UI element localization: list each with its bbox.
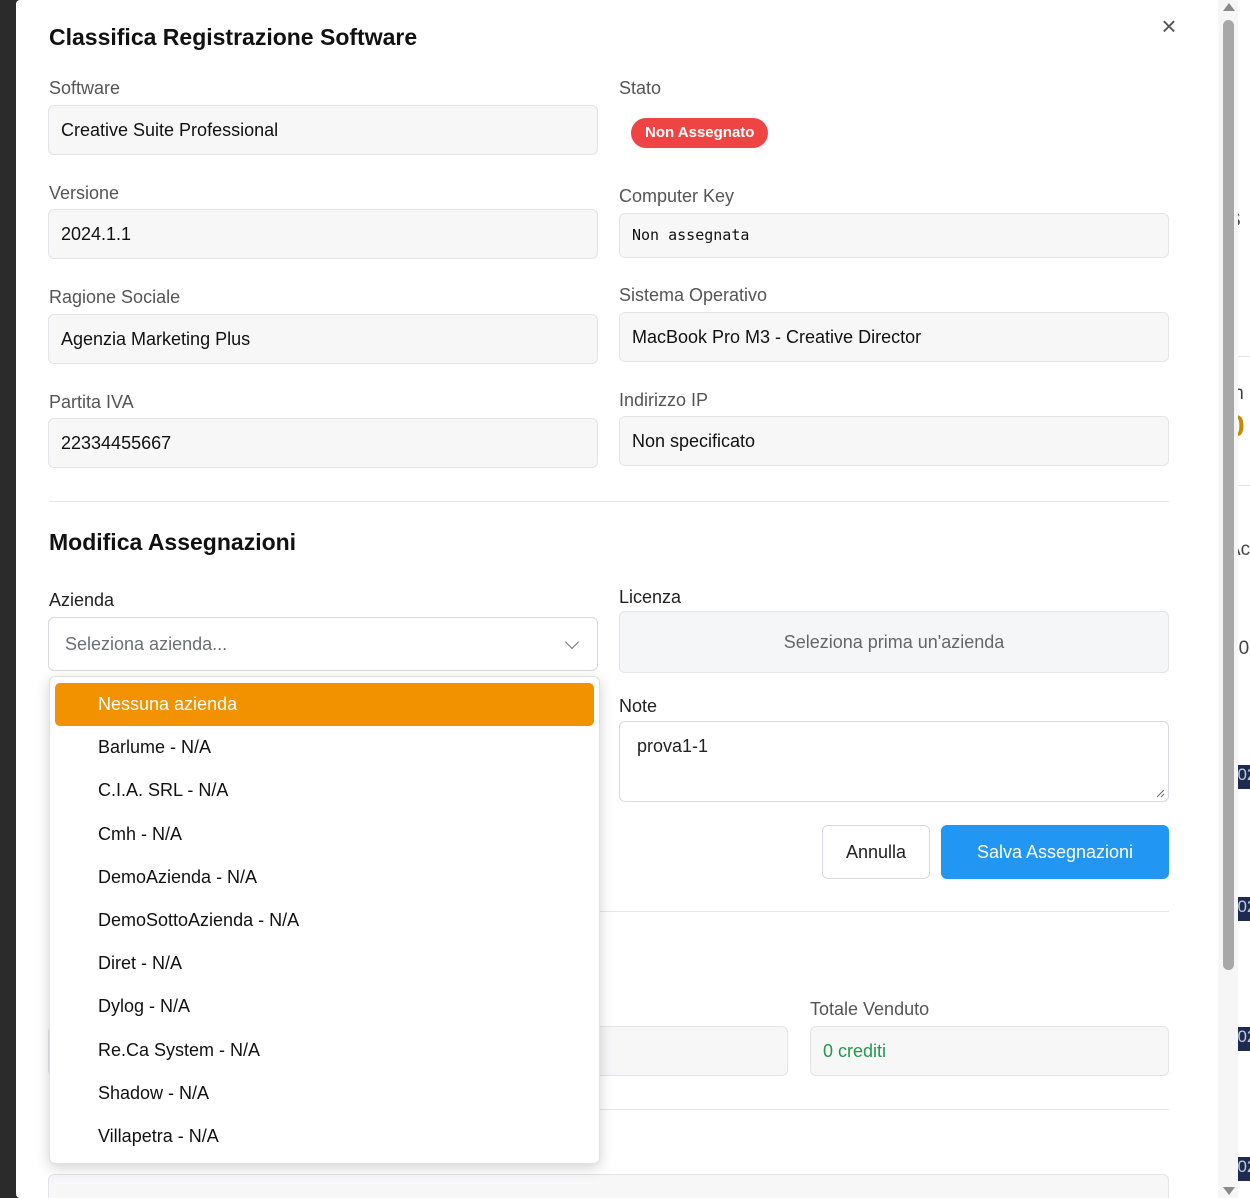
- scrollbar-thumb[interactable]: [1223, 20, 1234, 970]
- azienda-dropdown-list: Nessuna azienda Barlume - N/A C.I.A. SRL -…: [49, 676, 600, 1164]
- dropdown-option[interactable]: Barlume - N/A: [55, 726, 594, 769]
- dropdown-option[interactable]: Nessuna azienda: [55, 683, 594, 727]
- note-textarea[interactable]: prova1-1: [619, 721, 1169, 802]
- ragione-sociale-field: Agenzia Marketing Plus: [48, 314, 598, 364]
- dropdown-option[interactable]: Dylog - N/A: [55, 985, 594, 1028]
- totale-venduto-label: Totale Venduto: [810, 999, 930, 1019]
- bottom-field: [48, 1174, 1169, 1198]
- azienda-select-placeholder: Seleziona azienda...: [65, 634, 228, 654]
- stato-label: Stato: [619, 78, 662, 98]
- licenza-label: Licenza: [619, 587, 682, 607]
- partita-iva-field: 22334455667: [48, 418, 598, 468]
- chevron-down-icon: [564, 634, 580, 650]
- close-icon[interactable]: ×: [1159, 13, 1179, 39]
- dropdown-option[interactable]: DemoSottoAzienda - N/A: [55, 899, 594, 942]
- dropdown-option[interactable]: Diret - N/A: [55, 942, 594, 985]
- indirizzo-ip-label: Indirizzo IP: [619, 390, 709, 410]
- software-field: Creative Suite Professional: [48, 105, 598, 155]
- dropdown-option[interactable]: C.I.A. SRL - N/A: [55, 769, 594, 812]
- assignments-title: Modifica Assegnazioni: [49, 529, 297, 555]
- ragione-sociale-label: Ragione Sociale: [49, 287, 181, 307]
- totale-venduto-field: 0 crediti: [810, 1026, 1169, 1076]
- software-label: Software: [49, 78, 121, 98]
- save-assignments-button[interactable]: Salva Assegnazioni: [941, 825, 1169, 879]
- dropdown-option[interactable]: Cmh - N/A: [55, 813, 594, 856]
- computer-key-label: Computer Key: [619, 186, 735, 206]
- sistema-operativo-label: Sistema Operativo: [619, 285, 768, 305]
- overlay-left-edge: [0, 0, 16, 1198]
- sistema-operativo-field: MacBook Pro M3 - Creative Director: [619, 312, 1169, 362]
- computer-key-field: Non assegnata: [619, 213, 1169, 258]
- scroll-down-icon[interactable]: [1223, 1187, 1235, 1195]
- status-badge: Non Assegnato: [631, 118, 769, 148]
- note-text: prova1-1: [637, 736, 709, 756]
- resize-handle-icon[interactable]: [1155, 788, 1165, 798]
- section-divider: [49, 501, 1169, 502]
- azienda-select[interactable]: Seleziona azienda...: [48, 617, 598, 671]
- versione-label: Versione: [49, 183, 120, 203]
- azienda-label: Azienda: [49, 590, 115, 610]
- dropdown-option[interactable]: DemoAzienda - N/A: [55, 856, 594, 899]
- versione-field: 2024.1.1: [48, 209, 598, 259]
- partita-iva-label: Partita IVA: [49, 392, 134, 412]
- indirizzo-ip-field: Non specificato: [619, 416, 1169, 466]
- modal-scrollbar[interactable]: [1218, 0, 1238, 1198]
- dropdown-option[interactable]: Villapetra - N/A: [55, 1115, 594, 1158]
- note-label: Note: [619, 696, 658, 716]
- dropdown-option[interactable]: Re.Ca System - N/A: [55, 1029, 594, 1072]
- cancel-button[interactable]: Annulla: [822, 825, 930, 879]
- scroll-up-icon[interactable]: [1223, 3, 1235, 11]
- classify-registration-modal: × Classifica Registrazione Software Soft…: [16, 0, 1238, 1198]
- dropdown-option[interactable]: Shadow - N/A: [55, 1072, 594, 1115]
- licenza-select[interactable]: Seleziona prima un'azienda: [619, 611, 1169, 673]
- modal-title: Classifica Registrazione Software: [49, 24, 418, 50]
